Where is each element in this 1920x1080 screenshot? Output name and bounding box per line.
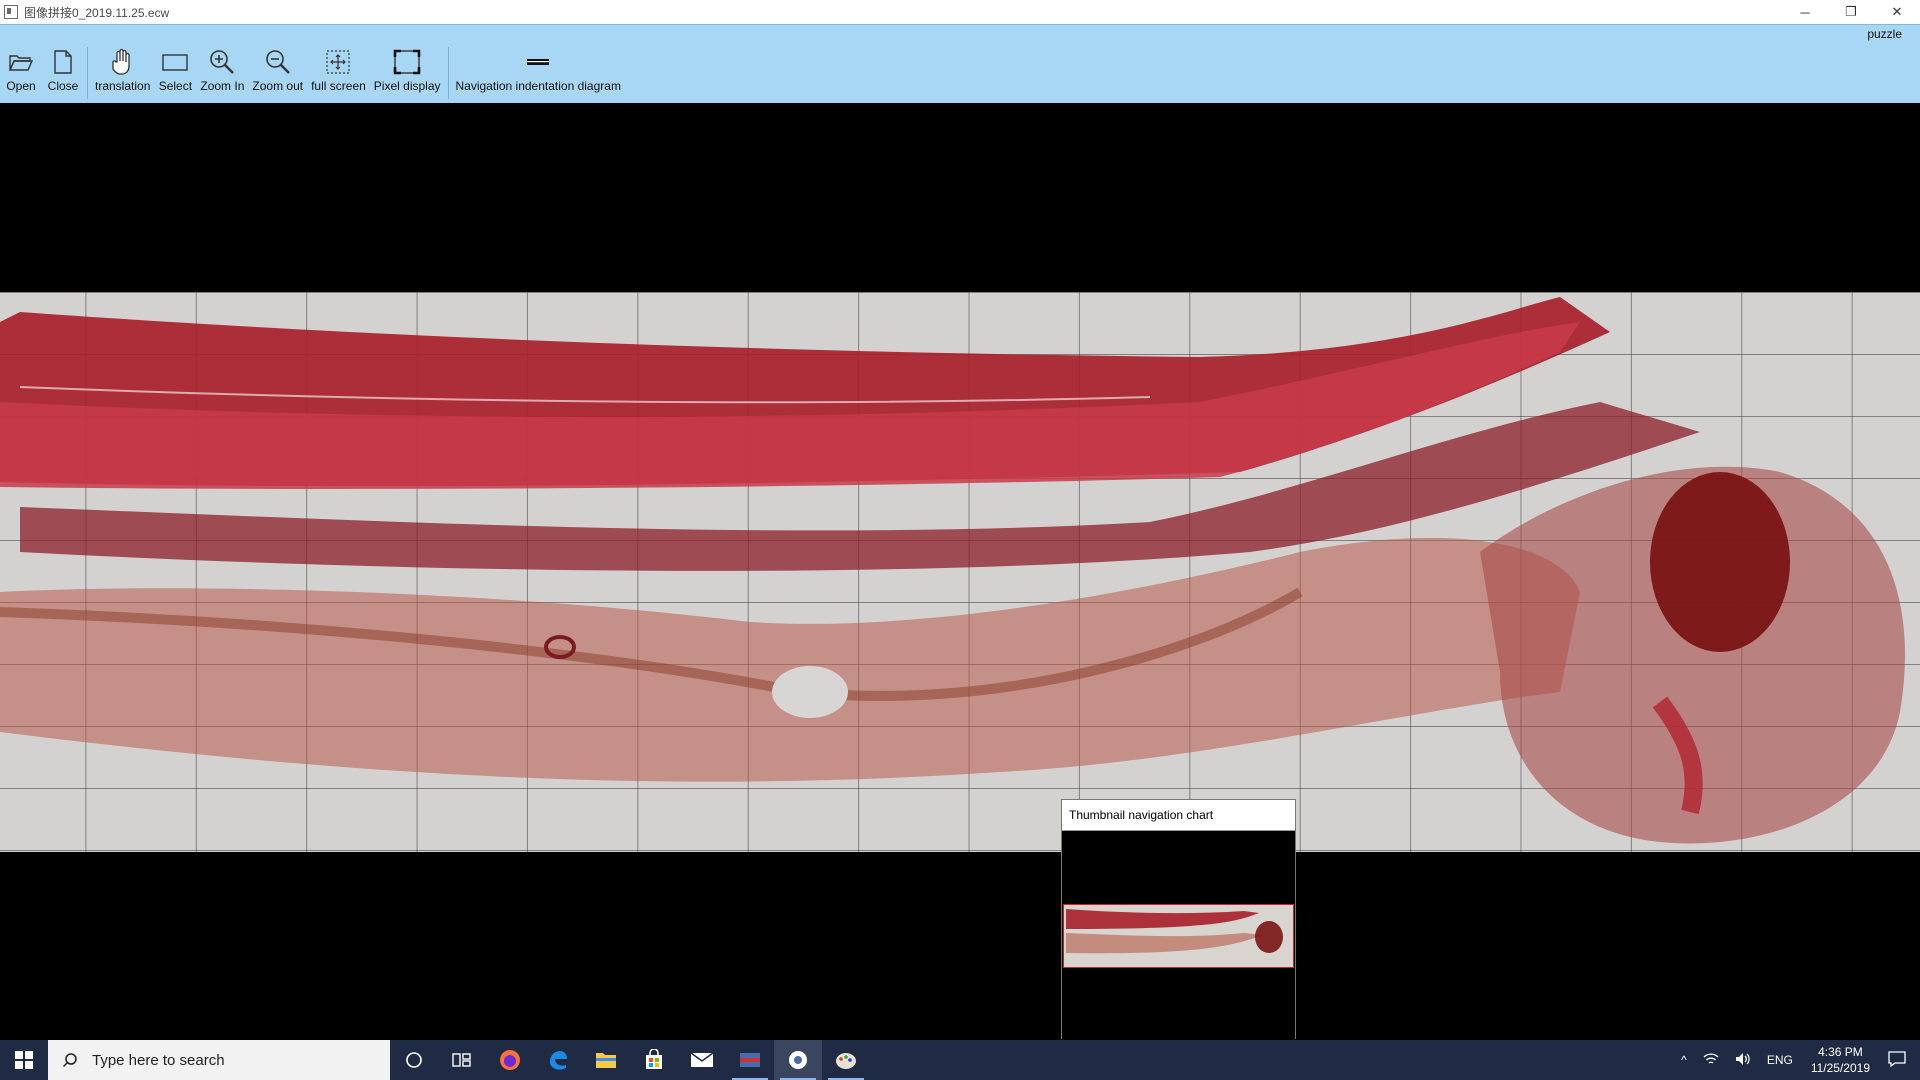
pixel-display-icon	[390, 47, 424, 77]
taskbar-edge[interactable]	[534, 1040, 582, 1080]
edge-icon	[550, 1051, 567, 1070]
window-title: 图像拼接0_2019.11.25.ecw	[24, 5, 170, 20]
taskbar-app-stitch[interactable]	[726, 1040, 774, 1080]
hand-icon	[106, 47, 140, 77]
navigation-thumbnail-icon	[521, 47, 555, 77]
toolbar: Open Close translation Select Zoom In Zo…	[0, 47, 625, 103]
taskbar-app-paint[interactable]	[822, 1040, 870, 1080]
zoom-in-icon	[205, 47, 239, 77]
taskbar-firefox[interactable]	[486, 1040, 534, 1080]
ribbon: puzzle Open Close translation Select Zoo…	[0, 24, 1920, 103]
document-icon	[46, 47, 80, 77]
input-language[interactable]: ENG	[1767, 1053, 1793, 1067]
search-placeholder: Type here to search	[92, 1051, 225, 1069]
thumbnail-tissue-graphic	[1066, 909, 1283, 954]
thumbnail-navigation-panel[interactable]: Thumbnail navigation chart	[1061, 799, 1296, 1039]
pixel-display-label: Pixel display	[373, 79, 441, 93]
taskbar: Type here to search ^ ENG 4:36 PM 11/25/…	[0, 1040, 1920, 1080]
pixel-display-button[interactable]: Pixel display	[370, 47, 445, 101]
cortana-button[interactable]	[390, 1040, 438, 1080]
image-stitch-app-icon	[740, 1053, 760, 1067]
zoom-out-label: Zoom out	[252, 79, 304, 93]
thumbnail-preview[interactable]	[1063, 904, 1294, 968]
zoom-in-label: Zoom In	[200, 79, 245, 93]
toolbar-separator	[87, 47, 88, 99]
restore-button[interactable]: ❐	[1828, 0, 1874, 24]
close-label: Close	[47, 79, 79, 93]
windows-logo-icon	[15, 1051, 33, 1069]
open-label: Open	[6, 79, 36, 93]
start-button[interactable]	[0, 1040, 48, 1080]
show-hidden-icons-chevron-icon[interactable]: ^	[1681, 1053, 1687, 1067]
select-button[interactable]: Select	[154, 47, 196, 101]
thumbnail-panel-title: Thumbnail navigation chart	[1062, 800, 1295, 831]
folder-icon	[596, 1053, 616, 1068]
system-clock[interactable]: 4:36 PM 11/25/2019	[1811, 1044, 1870, 1076]
rectangle-select-icon	[158, 47, 192, 77]
toolbar-separator	[447, 47, 449, 99]
task-view-icon	[452, 1053, 471, 1067]
close-window-button[interactable]: ✕	[1874, 0, 1920, 24]
stitched-specimen-image[interactable]	[0, 292, 1920, 852]
store-bag-icon	[646, 1049, 662, 1069]
task-view-button[interactable]	[438, 1040, 486, 1080]
close-button[interactable]: Close	[42, 47, 84, 101]
full-screen-button[interactable]: full screen	[307, 47, 370, 101]
clock-date: 11/25/2019	[1810, 1061, 1870, 1075]
tissue-section-graphic	[0, 297, 1905, 844]
taskbar-app-viewer[interactable]	[774, 1040, 822, 1080]
paint-palette-icon	[836, 1053, 856, 1069]
taskbar-mail[interactable]	[678, 1040, 726, 1080]
navigation-indentation-diagram-button[interactable]: Navigation indentation diagram	[452, 47, 625, 101]
system-tray: ^ ENG 4:36 PM 11/25/2019	[1673, 1040, 1920, 1080]
volume-icon[interactable]	[1735, 1052, 1751, 1069]
select-label: Select	[158, 79, 193, 93]
zoom-out-icon	[261, 47, 295, 77]
image-viewport[interactable]: Thumbnail navigation chart	[0, 103, 1920, 1039]
cortana-circle-icon	[406, 1052, 422, 1068]
title-bar: 图像拼接0_2019.11.25.ecw ─ ❐ ✕	[0, 0, 1920, 24]
zoom-out-button[interactable]: Zoom out	[248, 47, 307, 101]
translation-button[interactable]: translation	[91, 47, 154, 101]
navigation-indentation-diagram-label: Navigation indentation diagram	[455, 79, 621, 93]
firefox-icon	[500, 1050, 520, 1070]
taskbar-file-explorer[interactable]	[582, 1040, 630, 1080]
tab-puzzle[interactable]: puzzle	[1867, 27, 1902, 41]
mail-icon	[690, 1052, 714, 1067]
action-center-icon[interactable]	[1888, 1050, 1906, 1070]
translation-label: translation	[95, 79, 151, 93]
viewer-app-icon	[789, 1051, 807, 1069]
full-screen-icon	[321, 47, 355, 77]
minimize-button[interactable]: ─	[1782, 0, 1828, 24]
taskbar-store[interactable]	[630, 1040, 678, 1080]
search-icon	[62, 1052, 82, 1068]
full-screen-label: full screen	[311, 79, 366, 93]
folder-open-icon	[4, 47, 38, 77]
taskbar-search-box[interactable]: Type here to search	[48, 1040, 390, 1080]
open-button[interactable]: Open	[0, 47, 42, 101]
zoom-in-button[interactable]: Zoom In	[196, 47, 248, 101]
network-icon[interactable]	[1703, 1052, 1719, 1069]
clock-time: 4:36 PM	[1818, 1045, 1863, 1059]
app-icon	[4, 5, 18, 19]
